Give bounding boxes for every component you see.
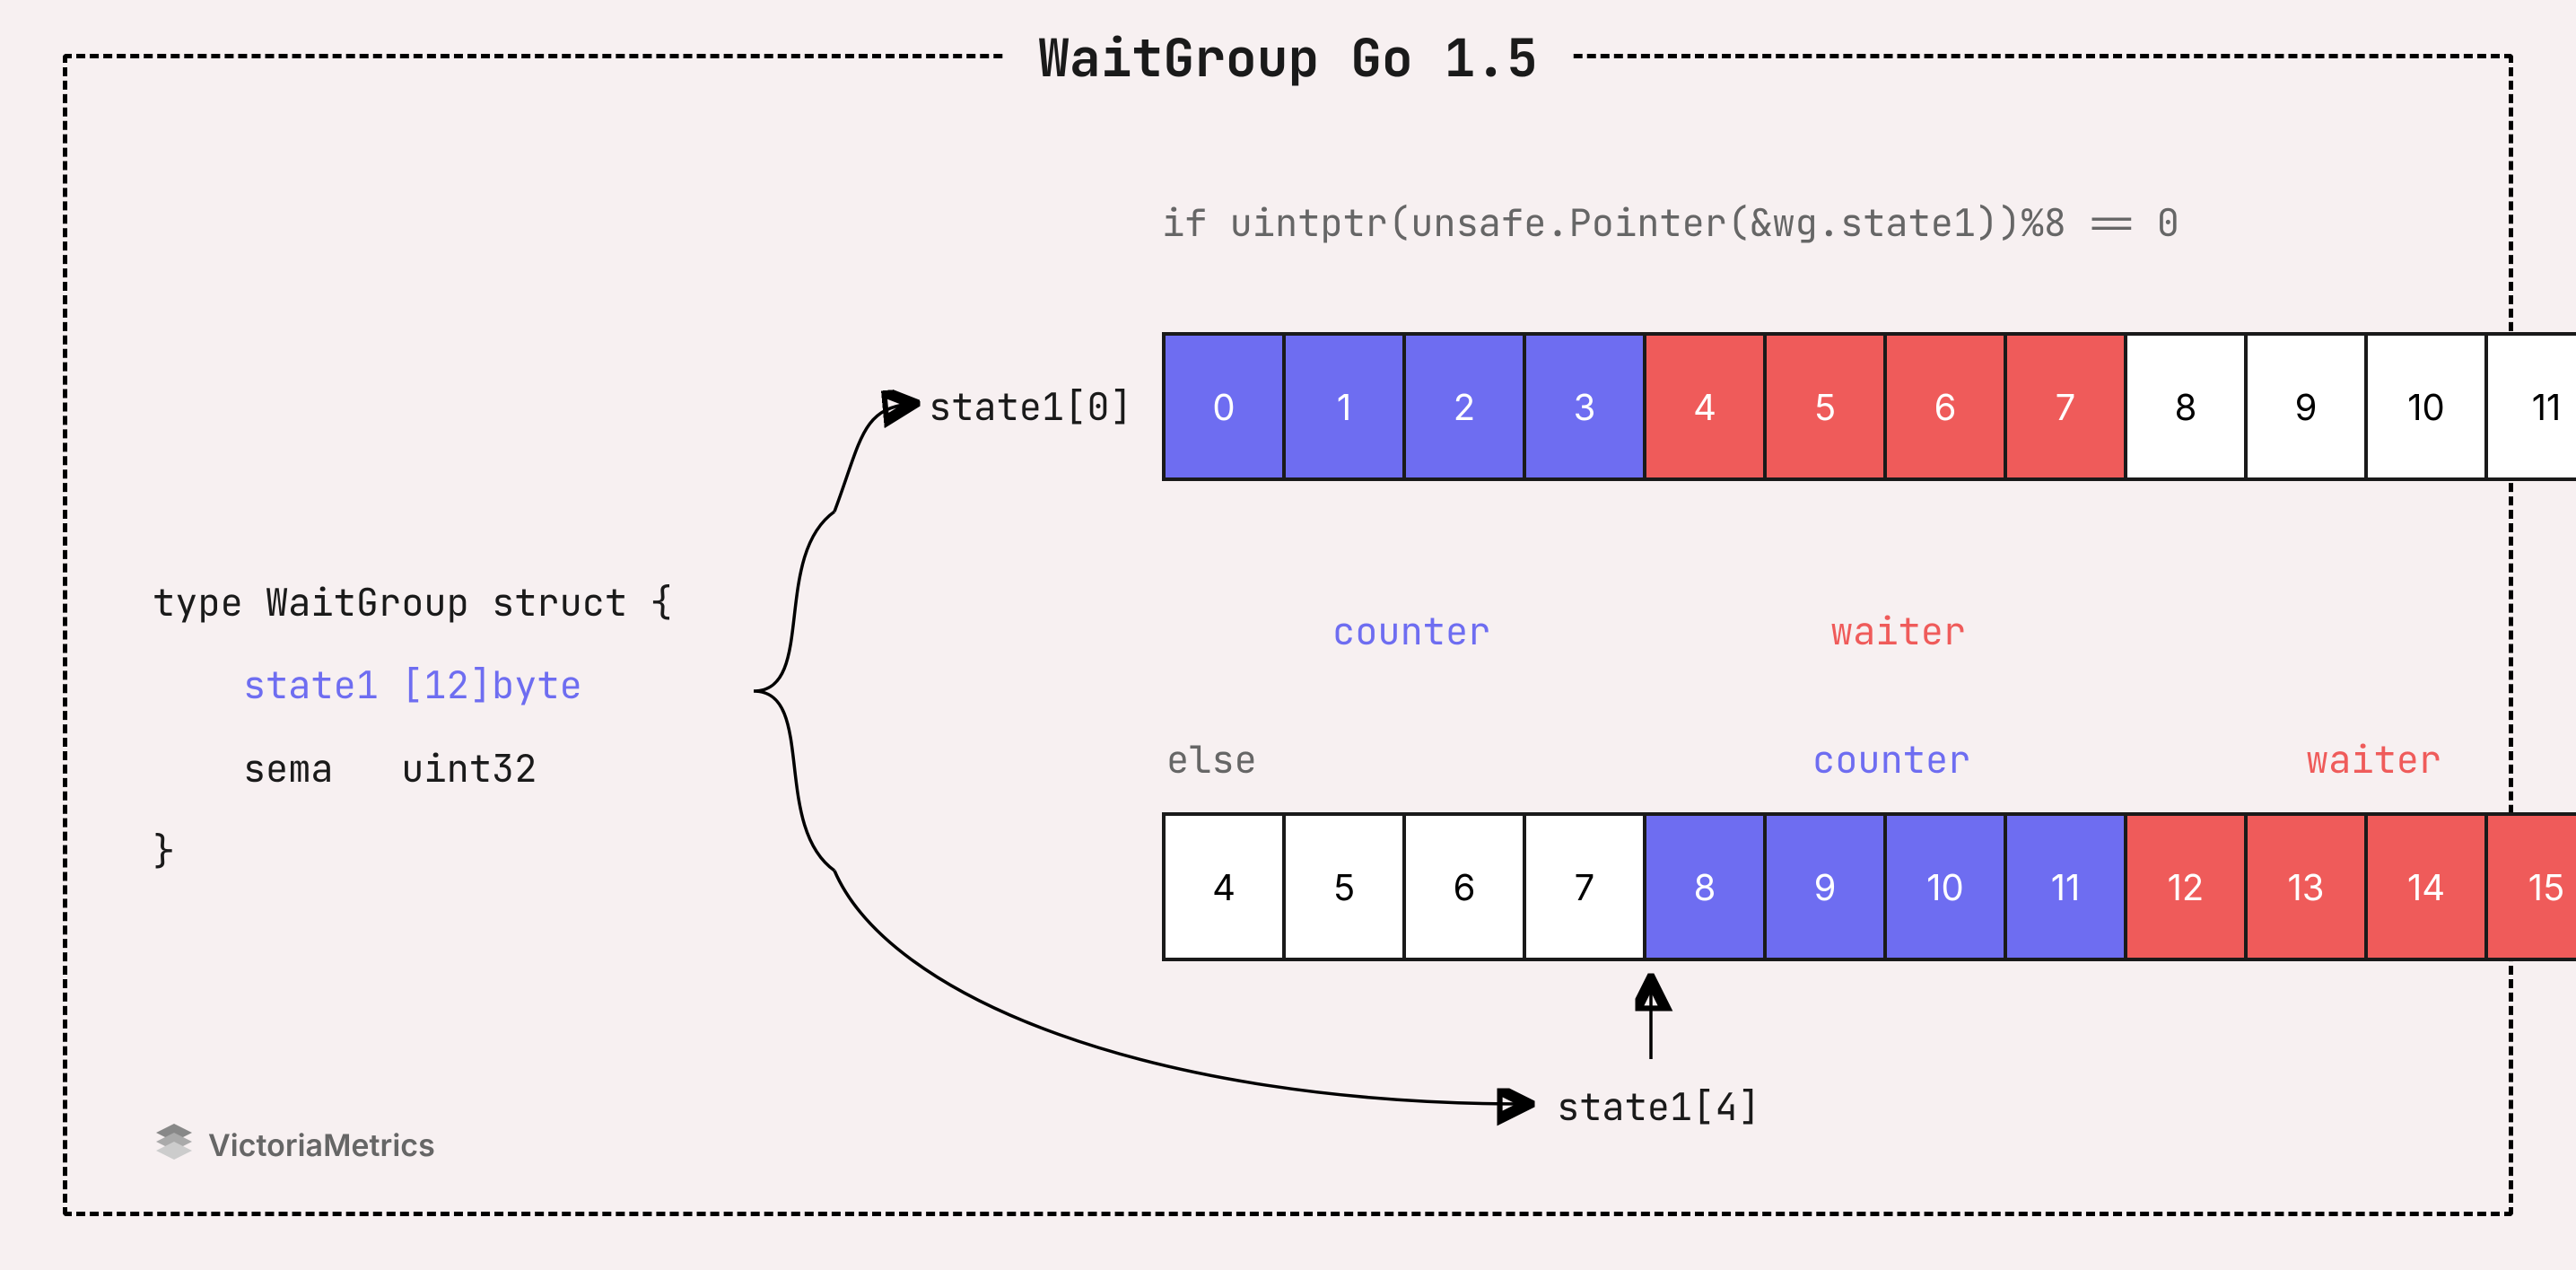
victoriametrics-logo: VictoriaMetrics (153, 1124, 435, 1167)
struct-field-sema: sema uint32 (243, 743, 537, 793)
byte-array-aligned: 01234567891011 (1162, 332, 2576, 481)
byte-array-unaligned: 456789101112131415 (1162, 812, 2576, 961)
byte-cell: 7 (2004, 336, 2124, 477)
byte-cell: 10 (2364, 336, 2484, 477)
byte-cell: 15 (2484, 816, 2576, 958)
byte-cell: 12 (2124, 816, 2244, 958)
struct-line-close: } (153, 826, 175, 876)
byte-cell: 4 (1643, 336, 1763, 477)
victoriametrics-logo-icon (153, 1124, 196, 1167)
byte-cell: 7 (1523, 816, 1643, 958)
byte-cell: 1 (1282, 336, 1402, 477)
byte-cell: 0 (1166, 336, 1282, 477)
struct-definition: type WaitGroup struct { state1 [12]byte … (153, 561, 673, 893)
counter-label-top: counter (1332, 606, 1490, 656)
byte-cell: 11 (2004, 816, 2124, 958)
byte-cell: 2 (1402, 336, 1523, 477)
else-label: else (1166, 734, 1257, 784)
byte-cell: 14 (2364, 816, 2484, 958)
byte-cell: 13 (2244, 816, 2364, 958)
byte-cell: 5 (1763, 336, 1883, 477)
byte-cell: 9 (2244, 336, 2364, 477)
byte-cell: 3 (1523, 336, 1643, 477)
alignment-condition: if uintptr(unsafe.Pointer(&wg.state1))%8… (1162, 197, 2179, 248)
struct-line-open: type WaitGroup struct { (153, 577, 673, 627)
state1-index-0: state1[0] (929, 381, 1132, 432)
diagram-title: WaitGroup Go 1.5 (1002, 24, 1574, 92)
byte-cell: 6 (1402, 816, 1523, 958)
byte-cell: 9 (1763, 816, 1883, 958)
byte-cell: 5 (1282, 816, 1402, 958)
waiter-label-bot: waiter (2306, 734, 2441, 784)
byte-cell: 4 (1166, 816, 1282, 958)
struct-field-state1: state1 [12]byte (243, 660, 582, 710)
byte-cell: 8 (1643, 816, 1763, 958)
state1-index-4: state1[4] (1557, 1082, 1760, 1132)
counter-label-bot: counter (1812, 734, 1970, 784)
byte-cell: 10 (1883, 816, 2004, 958)
byte-cell: 8 (2124, 336, 2244, 477)
waiter-label-top: waiter (1830, 606, 1966, 656)
byte-cell: 6 (1883, 336, 2004, 477)
victoriametrics-logo-text: VictoriaMetrics (208, 1127, 435, 1164)
byte-cell: 11 (2484, 336, 2576, 477)
